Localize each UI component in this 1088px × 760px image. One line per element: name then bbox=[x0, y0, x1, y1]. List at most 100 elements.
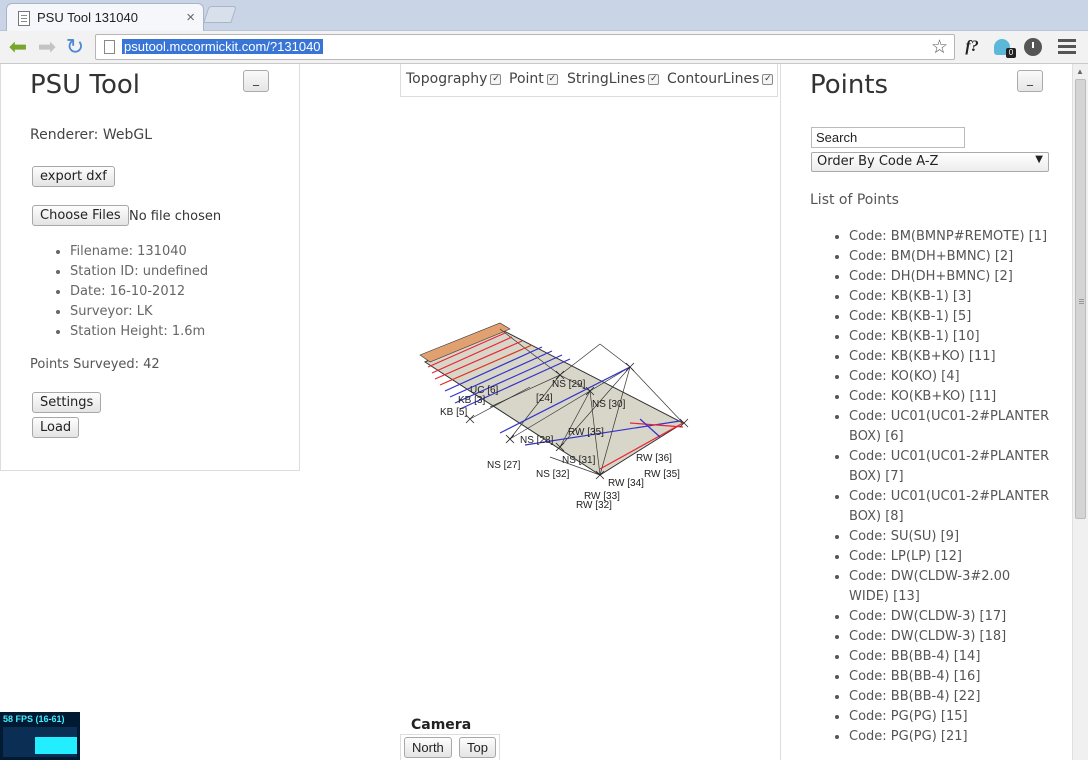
point-label: NS [31] bbox=[562, 455, 596, 466]
list-item[interactable]: Code: UC01(UC01-2#PLANTER BOX) [8] bbox=[849, 487, 1051, 527]
scroll-thumb[interactable] bbox=[1075, 79, 1086, 519]
list-item[interactable]: Code: DH(DH+BMNC) [2] bbox=[849, 267, 1051, 287]
point-label: NS [30] bbox=[592, 399, 626, 410]
list-of-points-heading: List of Points bbox=[810, 192, 899, 208]
tool-title: PSU Tool bbox=[30, 70, 140, 100]
settings-button[interactable]: Settings bbox=[32, 392, 102, 413]
file-status: No file chosen bbox=[129, 209, 222, 224]
page-content: PSU Tool _ Renderer: WebGL export dxf Ch… bbox=[0, 64, 1072, 760]
list-item[interactable]: Code: UC01(UC01-2#PLANTER BOX) [7] bbox=[849, 447, 1051, 487]
date-info: Date: 16-10-2012 bbox=[70, 282, 208, 302]
toggle-label: Point bbox=[509, 71, 544, 87]
order-select[interactable]: Order By Code A-Z ▼ bbox=[811, 152, 1049, 172]
search-input[interactable] bbox=[811, 127, 965, 148]
layer-toggles: Topography ✓ Point ✓ StringLines ✓ ContourL… bbox=[400, 64, 778, 97]
points-title: Points bbox=[810, 70, 889, 100]
list-item[interactable]: Code: DW(CLDW-3#2.00 WIDE) [13] bbox=[849, 567, 1051, 607]
list-item[interactable]: Code: KO(KB+KO) [11] bbox=[849, 387, 1051, 407]
browser-menu-icon[interactable] bbox=[1058, 36, 1076, 58]
toggle-topography[interactable]: Topography ✓ bbox=[406, 71, 502, 87]
list-item[interactable]: Code: PG(PG) [15] bbox=[849, 707, 1051, 727]
list-item[interactable]: Code: SU(SU) [9] bbox=[849, 527, 1051, 547]
file-info-list: Filename: 131040 Station ID: undefined D… bbox=[32, 242, 208, 342]
list-item[interactable]: Code: BM(BMNP#REMOTE) [1] bbox=[849, 227, 1051, 247]
station-height-info: Station Height: 1.6m bbox=[70, 322, 208, 342]
stringlines-checkbox[interactable]: ✓ bbox=[648, 74, 660, 85]
forward-arrow-icon[interactable]: ➡ bbox=[35, 35, 59, 59]
list-item[interactable]: Code: BB(BB-4) [14] bbox=[849, 647, 1051, 667]
bookmark-star-icon[interactable]: ☆ bbox=[931, 36, 948, 59]
points-list: Code: BM(BMNP#REMOTE) [1] Code: BM(DH+BM… bbox=[811, 227, 1051, 747]
page-icon bbox=[104, 40, 115, 54]
filename-info: Filename: 131040 bbox=[70, 242, 208, 262]
tool-panel: PSU Tool _ Renderer: WebGL export dxf Ch… bbox=[0, 64, 300, 471]
point-label: RW [35] bbox=[644, 469, 680, 480]
fps-text: 58 FPS (16-61) bbox=[3, 714, 65, 724]
page-scrollbar[interactable]: ▲ bbox=[1072, 64, 1088, 760]
list-item[interactable]: Code: BB(BB-4) [22] bbox=[849, 687, 1051, 707]
point-label: RW [32] bbox=[576, 500, 612, 511]
point-label: NS [28] bbox=[520, 435, 554, 446]
list-item[interactable]: Code: KB(KB-1) [5] bbox=[849, 307, 1051, 327]
point-label: NS [29] bbox=[552, 379, 586, 390]
point-label: KB [5] bbox=[440, 407, 467, 418]
list-item[interactable]: Code: KO(KO) [4] bbox=[849, 367, 1051, 387]
point-label: UC [6] bbox=[470, 385, 499, 396]
tab-close-icon[interactable]: × bbox=[186, 9, 195, 26]
scroll-up-arrow-icon[interactable]: ▲ bbox=[1076, 67, 1084, 76]
toggle-label: StringLines bbox=[567, 71, 646, 87]
contourlines-checkbox[interactable]: ✓ bbox=[762, 74, 774, 85]
list-item[interactable]: Code: LP(LP) [12] bbox=[849, 547, 1051, 567]
fonts-extension-icon[interactable]: f? bbox=[962, 36, 982, 58]
3d-viewport[interactable]: KB [3] KB [5] UC [6] [24] NS [29] NS [30… bbox=[300, 97, 780, 760]
camera-north-button[interactable]: North bbox=[404, 737, 452, 758]
camera-top-button[interactable]: Top bbox=[459, 737, 496, 758]
url-text[interactable]: psutool.mccormickit.com/?131040 bbox=[122, 39, 323, 54]
list-item[interactable]: Code: BM(DH+BMNC) [2] bbox=[849, 247, 1051, 267]
point-checkbox[interactable]: ✓ bbox=[546, 74, 558, 85]
load-button[interactable]: Load bbox=[32, 417, 80, 438]
choose-files-button[interactable]: Choose Files bbox=[32, 205, 129, 226]
list-item[interactable]: Code: DW(CLDW-3) [17] bbox=[849, 607, 1051, 627]
toggle-label: Topography bbox=[406, 71, 488, 87]
points-surveyed: Points Surveyed: 42 bbox=[30, 357, 160, 372]
surveyor-info: Surveyor: LK bbox=[70, 302, 208, 322]
export-dxf-button[interactable]: export dxf bbox=[32, 166, 115, 187]
list-item[interactable]: Code: UC01(UC01-2#PLANTER BOX) [6] bbox=[849, 407, 1051, 447]
camera-heading: Camera bbox=[411, 717, 472, 733]
fps-graph-bar bbox=[35, 737, 77, 754]
minimize-tool-panel-button[interactable]: _ bbox=[243, 70, 269, 92]
page-favicon-icon bbox=[18, 11, 30, 26]
list-item[interactable]: Code: DW(CLDW-3) [18] bbox=[849, 627, 1051, 647]
browser-toolbar: ⬅ ➡ ↻ psutool.mccormickit.com/?131040 ☆ … bbox=[0, 31, 1088, 64]
browser-tab[interactable]: PSU Tool 131040 × bbox=[6, 3, 204, 31]
point-label: NS [27] bbox=[487, 460, 521, 471]
topography-checkbox[interactable]: ✓ bbox=[490, 74, 502, 85]
back-arrow-icon[interactable]: ⬅ bbox=[6, 35, 30, 59]
reload-icon[interactable]: ↻ bbox=[63, 35, 87, 59]
scroll-grip bbox=[1079, 299, 1084, 300]
toggle-point[interactable]: Point ✓ bbox=[509, 71, 558, 87]
tab-title: PSU Tool 131040 bbox=[37, 10, 138, 25]
toggle-contourlines[interactable]: ContourLines ✓ bbox=[667, 71, 774, 87]
fps-monitor: 58 FPS (16-61) bbox=[0, 712, 80, 760]
list-item[interactable]: Code: BB(BB-4) [16] bbox=[849, 667, 1051, 687]
address-bar[interactable]: psutool.mccormickit.com/?131040 ☆ bbox=[95, 34, 955, 60]
camera-controls: North Top bbox=[400, 734, 500, 760]
list-item[interactable]: Code: KB(KB+KO) [11] bbox=[849, 347, 1051, 367]
toggle-stringlines[interactable]: StringLines ✓ bbox=[567, 71, 660, 87]
minimize-points-panel-button[interactable]: _ bbox=[1017, 70, 1043, 92]
points-panel: Points _ Order By Code A-Z ▼ List of Poi… bbox=[780, 64, 1072, 760]
dropdown-arrow-icon: ▼ bbox=[1035, 154, 1043, 165]
point-label: [24] bbox=[536, 393, 553, 404]
point-label: NS [32] bbox=[536, 469, 570, 480]
clock-extension-icon[interactable] bbox=[1024, 38, 1042, 56]
point-label: RW [34] bbox=[608, 478, 644, 489]
new-tab-button[interactable] bbox=[203, 6, 237, 23]
point-label: RW [35] bbox=[568, 427, 604, 438]
list-item[interactable]: Code: KB(KB-1) [10] bbox=[849, 327, 1051, 347]
list-item[interactable]: Code: KB(KB-1) [3] bbox=[849, 287, 1051, 307]
order-select-value: Order By Code A-Z bbox=[817, 154, 939, 169]
list-item[interactable]: Code: PG(PG) [21] bbox=[849, 727, 1051, 747]
toggle-label: ContourLines bbox=[667, 71, 760, 87]
